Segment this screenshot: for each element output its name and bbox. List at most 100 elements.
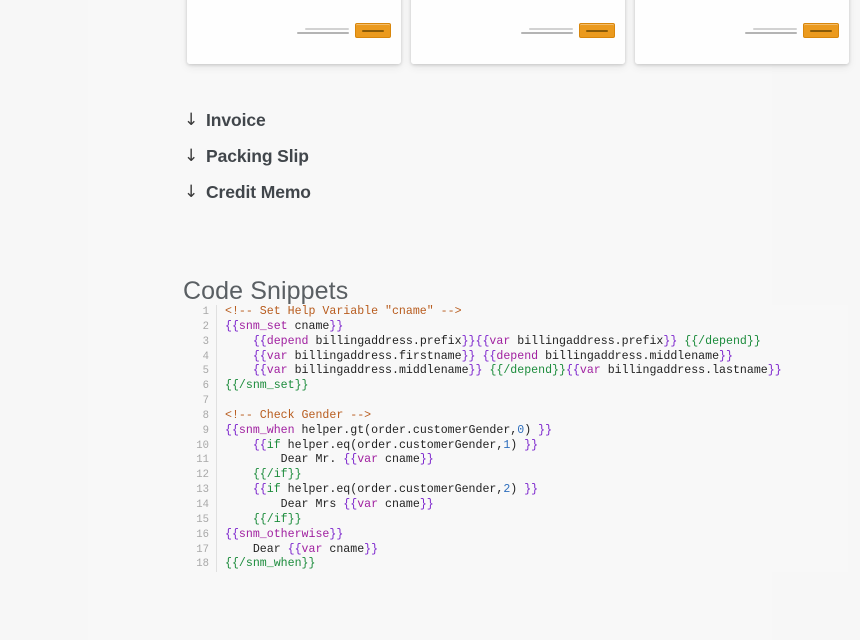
code-line-number: 14: [196, 498, 209, 511]
code-token: {{/if}}: [252, 468, 302, 482]
code-token: var: [357, 497, 379, 511]
code-token: ): [510, 483, 525, 497]
code-line: Dear Mr. {{var cname}}: [225, 453, 848, 468]
code-token: <!-- Check Gender -->: [225, 408, 372, 422]
download-link-invoice[interactable]: ↓ Invoice: [184, 102, 584, 138]
code-line: {{/snm_set}}: [225, 379, 848, 394]
card-meta-line: [297, 31, 349, 34]
code-line: Dear Mrs {{var cname}}: [225, 498, 848, 513]
code-token: var: [301, 542, 323, 556]
code-token: depend: [496, 349, 539, 363]
code-token: billingaddress.prefix: [308, 334, 462, 348]
code-line: {{snm_otherwise}}: [225, 528, 848, 543]
code-token: billingaddress.lastname: [600, 364, 768, 378]
code-line: {{var billingaddress.middlename}} {{/dep…: [225, 364, 848, 379]
code-token: {{: [225, 319, 239, 333]
card-meta-text: [297, 27, 349, 34]
code-token: billingaddress.prefix: [510, 334, 664, 348]
code-line-number: 13: [196, 484, 209, 497]
code-token: depend: [266, 334, 309, 348]
download-link-packing-slip[interactable]: ↓ Packing Slip: [184, 138, 584, 174]
code-token: snm_set: [238, 319, 288, 333]
code-snippet-content[interactable]: <!-- Set Help Variable "cname" --> {{snm_…: [217, 305, 848, 572]
code-token: }}: [538, 423, 553, 437]
card-footer-row: [745, 23, 839, 38]
card-meta-text: [745, 27, 797, 34]
code-token: }}: [524, 438, 539, 452]
code-token: {{: [475, 334, 490, 348]
code-line: {{var billingaddress.firstname}} {{depen…: [225, 350, 848, 365]
download-arrow-icon: ↓: [184, 145, 199, 166]
download-link-label: Invoice: [206, 109, 266, 130]
card-meta-line: [521, 31, 573, 34]
code-line-number: 5: [202, 365, 209, 378]
code-line: {{/if}}: [225, 468, 848, 483]
card-action-button[interactable]: [355, 23, 391, 38]
card-action-button[interactable]: [803, 23, 839, 38]
code-line-number: 9: [202, 424, 209, 437]
code-token: {{: [225, 423, 239, 437]
code-line-number: 18: [196, 558, 209, 571]
template-card-strip: [187, 0, 849, 64]
code-token: ): [524, 423, 539, 437]
card-meta-line: [529, 27, 573, 30]
card-action-button-label: [586, 29, 608, 32]
code-token: }}: [461, 349, 476, 363]
code-token: {{: [343, 497, 358, 511]
code-line: {{/snm_when}}: [225, 557, 848, 572]
code-token: var: [357, 453, 379, 467]
code-token: }}: [468, 364, 483, 378]
code-token: cname: [378, 453, 420, 467]
code-line-number: 17: [196, 543, 209, 556]
card-footer-row: [297, 23, 391, 38]
card-footer-row: [521, 23, 615, 38]
code-line: {{depend billingaddress.prefix}}{{var bi…: [225, 335, 848, 350]
download-link-credit-memo[interactable]: ↓ Credit Memo: [184, 174, 584, 210]
download-link-list: ↓ Invoice ↓ Packing Slip ↓ Credit Memo: [184, 102, 584, 210]
code-line-number: 4: [202, 350, 209, 363]
code-token: {{: [252, 483, 267, 497]
code-token: cname: [378, 497, 420, 511]
code-line-number: 15: [196, 513, 209, 526]
code-token: {{/snm_when}}: [225, 557, 316, 571]
code-line-number: 16: [196, 528, 209, 541]
code-token: {{: [252, 349, 267, 363]
code-line-number: 8: [202, 409, 209, 422]
code-line-number: 7: [202, 395, 209, 408]
code-token: billingaddress.middlename: [538, 349, 720, 363]
code-token: var: [266, 349, 288, 363]
code-token: }}: [419, 453, 434, 467]
code-snippet-block[interactable]: 1 2 3 4 5 6 7 8 9 10 11 12 13 14 15 16 17 18 <!-- Set Hel…: [183, 305, 848, 573]
code-line: <!-- Set Help Variable "cname" -->: [225, 305, 848, 320]
code-line-number: 1: [202, 306, 209, 318]
template-card-packing-slip[interactable]: [411, 0, 625, 64]
code-token: cname: [322, 542, 365, 556]
card-action-button-label: [362, 29, 384, 32]
code-token: {{: [252, 364, 267, 378]
card-action-button[interactable]: [579, 23, 615, 38]
code-token: Dear Mr.: [225, 453, 344, 467]
code-token: if: [266, 438, 281, 452]
code-token: Dear Mrs: [225, 497, 344, 511]
download-link-label: Packing Slip: [206, 145, 309, 166]
code-token: ): [510, 438, 525, 452]
card-meta-line: [745, 31, 797, 34]
code-token: }}: [329, 527, 344, 541]
code-line-number: 10: [196, 439, 209, 452]
code-line-number: 12: [196, 469, 209, 482]
code-line: {{snm_when helper.gt(order.customerGende…: [225, 424, 848, 439]
template-card-credit-memo[interactable]: [635, 0, 849, 64]
code-line-number-gutter: 1 2 3 4 5 6 7 8 9 10 11 12 13 14 15 16 17 18: [183, 305, 217, 573]
template-card-invoice[interactable]: [187, 0, 401, 64]
code-token: {{: [252, 334, 267, 348]
page-root: ↓ Invoice ↓ Packing Slip ↓ Credit Memo C…: [0, 0, 860, 640]
card-meta-line: [305, 27, 349, 30]
code-line-number: 6: [202, 380, 209, 393]
card-meta-text: [521, 27, 573, 34]
